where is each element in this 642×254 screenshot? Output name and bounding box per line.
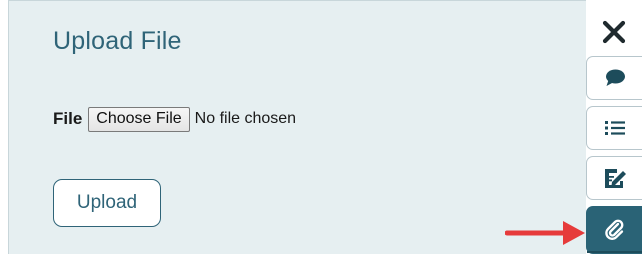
tab-attachments[interactable]: [586, 206, 642, 254]
right-sidebar: [586, 0, 642, 254]
red-arrow-annotation: [505, 221, 585, 245]
panel-title: Upload File: [53, 27, 182, 55]
file-input-row: File Choose File No file chosen: [53, 105, 296, 133]
close-icon: [602, 20, 626, 44]
upload-panel: Upload File File Choose File No file cho…: [8, 0, 586, 254]
close-button[interactable]: [586, 10, 642, 54]
paperclip-icon: [604, 219, 623, 240]
speech-bubble-icon: [605, 69, 625, 86]
list-icon: [604, 121, 625, 135]
edit-document-icon: [604, 169, 626, 188]
file-status-text: No file chosen: [194, 110, 297, 127]
upload-button[interactable]: Upload: [53, 179, 161, 227]
tab-list[interactable]: [586, 106, 642, 150]
choose-file-button[interactable]: Choose File: [88, 106, 190, 132]
upload-file-dialog: Upload File File Choose File No file cho…: [0, 0, 642, 254]
tab-edit[interactable]: [586, 156, 642, 200]
tab-comments[interactable]: [586, 56, 642, 100]
file-label: File: [53, 109, 83, 128]
